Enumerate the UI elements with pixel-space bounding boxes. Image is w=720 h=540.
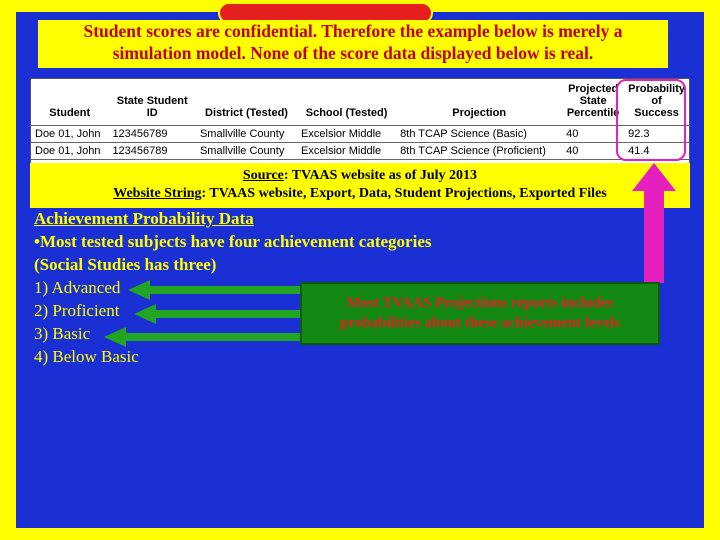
cell-prob: 41.4: [624, 143, 689, 160]
green-arrow-icon: [104, 330, 300, 344]
source-label: Source: [243, 168, 284, 183]
col-percentile: Projected State Percentile: [562, 79, 624, 126]
confidential-notice: Student scores are confidential. Therefo…: [38, 20, 668, 68]
achievement-header: Achievement Probability Data: [34, 208, 574, 231]
source-band: Source: TVAAS website as of July 2013 We…: [30, 163, 690, 208]
cell-projection: 8th TCAP Science (Basic): [396, 126, 562, 143]
green-arrow-icon: [128, 283, 300, 297]
cell-pct: 40: [562, 143, 624, 160]
cell-student: Doe 01, John: [31, 143, 108, 160]
magenta-arrow-up-icon: [632, 163, 676, 281]
cell-projection: 8th TCAP Science (Proficient): [396, 143, 562, 160]
cell-school: Excelsior Middle: [297, 126, 396, 143]
achievement-line1: •Most tested subjects have four achievem…: [34, 231, 574, 254]
green-callout: Most TVAAS Projections reports includes …: [300, 282, 660, 345]
website-string-value: : TVAAS website, Export, Data, Student P…: [202, 186, 607, 201]
col-projection: Projection: [396, 79, 562, 126]
cell-id: 123456789: [108, 143, 196, 160]
cell-student: Doe 01, John: [31, 126, 108, 143]
col-school: School (Tested): [297, 79, 396, 126]
cell-school: Excelsior Middle: [297, 143, 396, 160]
cell-district: Smallville County: [196, 143, 297, 160]
website-string-label: Website String: [113, 186, 201, 201]
cell-district: Smallville County: [196, 126, 297, 143]
cell-prob: 92.3: [624, 126, 689, 143]
table-header-row: Student State Student ID District (Teste…: [31, 79, 689, 126]
col-district: District (Tested): [196, 79, 297, 126]
col-student: Student: [31, 79, 108, 126]
cell-id: 123456789: [108, 126, 196, 143]
level-below-basic: 4) Below Basic: [34, 346, 574, 369]
green-arrow-icon: [134, 307, 300, 321]
source-value: : TVAAS website as of July 2013: [284, 168, 477, 183]
table-row: Doe 01, John 123456789 Smallville County…: [31, 126, 689, 143]
col-id: State Student ID: [108, 79, 196, 126]
table-row: Doe 01, John 123456789 Smallville County…: [31, 143, 689, 160]
col-probability: Probability of Success: [624, 79, 689, 126]
achievement-line2: (Social Studies has three): [34, 254, 574, 277]
cell-pct: 40: [562, 126, 624, 143]
